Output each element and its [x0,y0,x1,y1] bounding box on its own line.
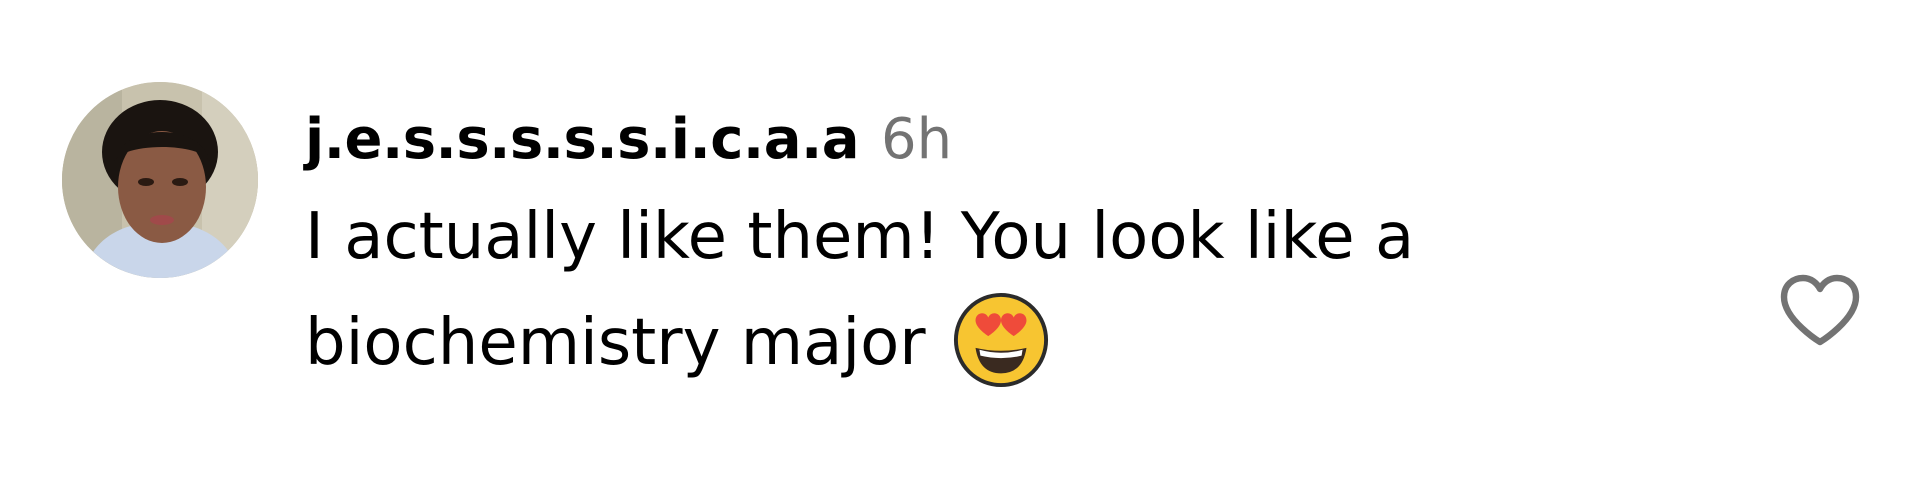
comment-text-line-2: biochemistry major [305,306,926,380]
avatar[interactable] [62,82,258,278]
heart-outline-icon [1780,274,1860,346]
comment-text: I actually like them! You look like a bi… [305,184,1685,396]
comment: j.e.s.s.s.s.s.i.c.a.a 6h I actually like… [0,0,1920,480]
username-link[interactable]: j.e.s.s.s.s.s.i.c.a.a [305,100,860,180]
comment-timestamp[interactable]: 6h [881,100,952,180]
comment-body: j.e.s.s.s.s.s.i.c.a.a 6h I actually like… [305,100,1705,396]
avatar-photo [62,82,258,278]
comment-text-line-1: I actually like them! You look like a [305,200,1415,274]
like-button[interactable] [1772,262,1868,358]
comment-meta: j.e.s.s.s.s.s.i.c.a.a 6h [305,100,1705,180]
heart-eyes-emoji-icon [952,291,1050,389]
comment-text-line-2-wrap: biochemistry major [305,290,1685,396]
